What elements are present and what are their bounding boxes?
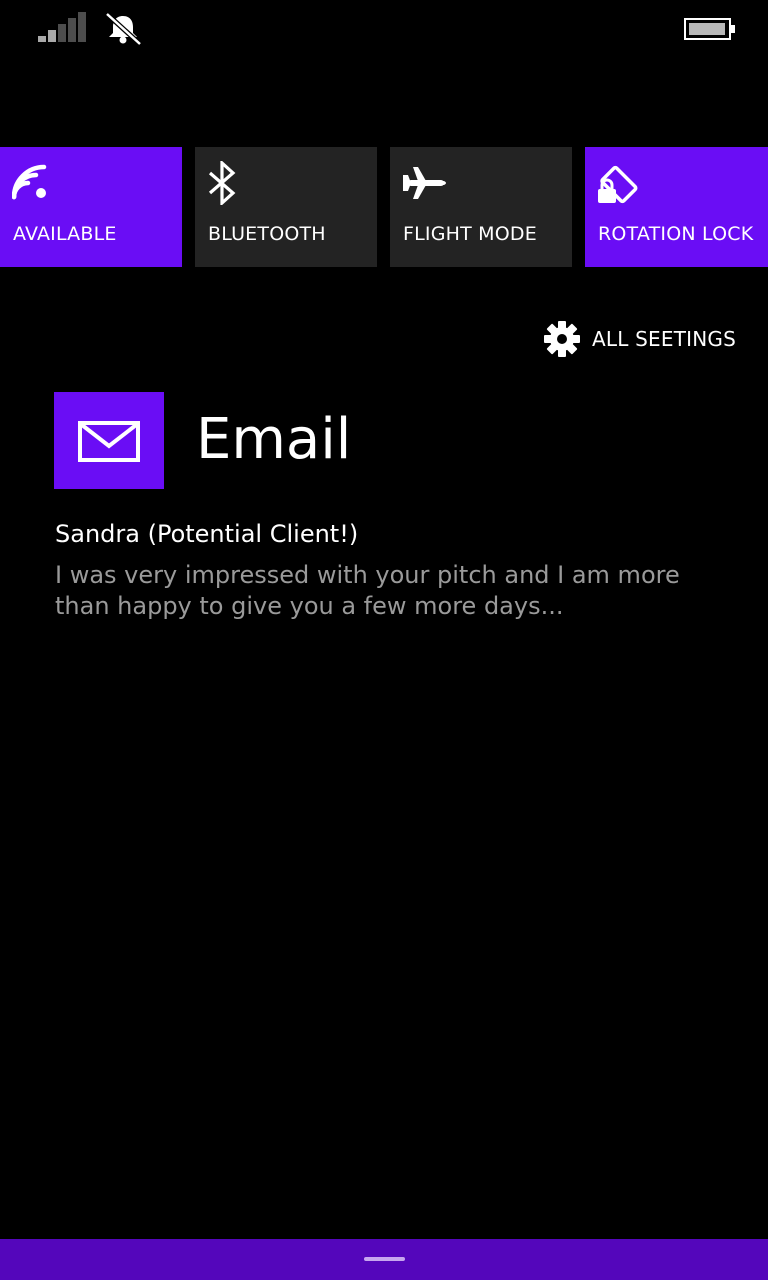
tile-flight-mode[interactable]: FLIGHT MODE	[390, 147, 572, 267]
email-notification-header[interactable]: Email	[54, 392, 714, 489]
email-sender[interactable]: Sandra (Potential Client!)	[55, 516, 358, 552]
tile-label: ROTATION LOCK	[598, 223, 754, 245]
quick-actions: AVAILABLE BLUETOOTH FLIGHT MODE ROTATION…	[0, 147, 768, 267]
drag-handle-icon[interactable]	[364, 1257, 405, 1261]
tile-label: AVAILABLE	[13, 223, 117, 245]
envelope-icon	[78, 421, 140, 462]
status-bar	[0, 0, 768, 60]
email-preview[interactable]: I was very impressed with your pitch and…	[55, 560, 695, 622]
all-settings-button[interactable]: ALL SEETINGS	[543, 319, 736, 359]
tile-available[interactable]: AVAILABLE	[0, 147, 182, 267]
airplane-icon	[403, 167, 446, 199]
bell-muted-icon	[105, 12, 142, 46]
rotation-lock-icon	[598, 165, 638, 204]
all-settings-label: ALL SEETINGS	[592, 327, 736, 351]
signal-strength-icon	[38, 12, 86, 42]
tile-bluetooth[interactable]: BLUETOOTH	[195, 147, 377, 267]
wifi-icon	[12, 164, 47, 200]
gear-icon	[544, 321, 580, 357]
tile-rotation-lock[interactable]: ROTATION LOCK	[585, 147, 768, 267]
bluetooth-icon	[208, 161, 236, 205]
email-app-tile	[54, 392, 164, 489]
bottom-bar[interactable]	[0, 1239, 768, 1280]
battery-icon	[684, 18, 735, 40]
email-app-name: Email	[196, 407, 352, 472]
tile-label: BLUETOOTH	[208, 223, 326, 245]
tile-label: FLIGHT MODE	[403, 223, 537, 245]
